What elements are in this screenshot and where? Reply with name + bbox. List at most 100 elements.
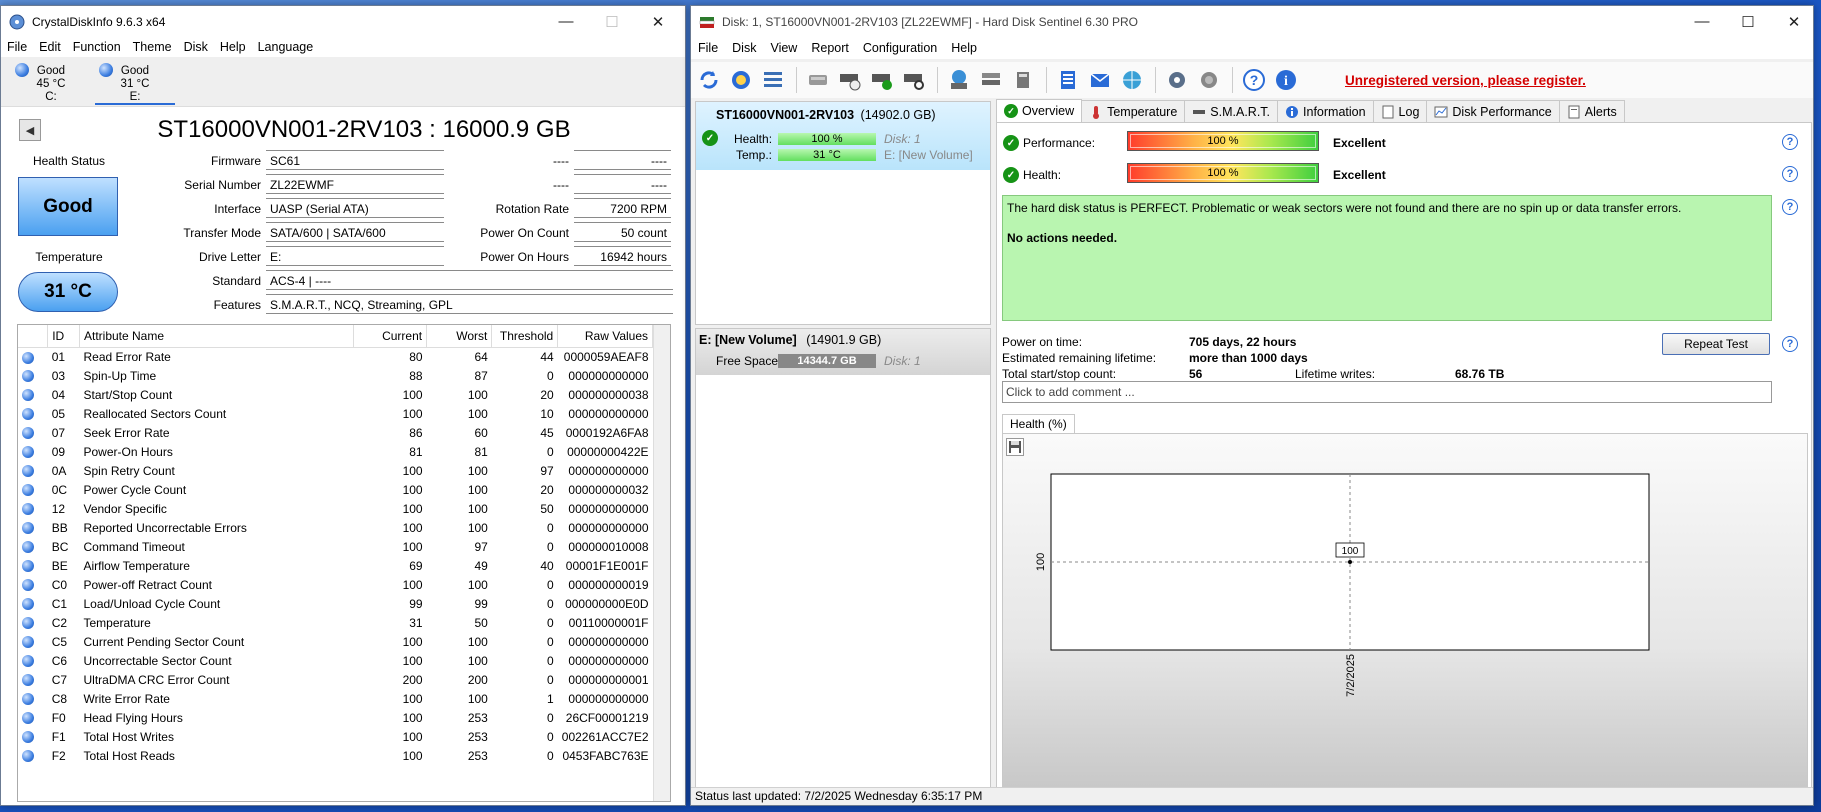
menu-help[interactable]: Help bbox=[944, 41, 984, 55]
unregistered-link[interactable]: Unregistered version, please register. bbox=[1345, 73, 1586, 88]
tab-overview[interactable]: ✓ Overview bbox=[996, 99, 1083, 122]
menu-view[interactable]: View bbox=[763, 41, 804, 55]
temperature-button[interactable]: 31 °C bbox=[18, 272, 118, 312]
network-disk-icon[interactable] bbox=[944, 65, 974, 95]
table-row[interactable]: 09 Power-On Hours 81 81 0 00000000422E bbox=[18, 442, 653, 461]
refresh-all-icon[interactable] bbox=[726, 65, 756, 95]
table-row[interactable]: C1 Load/Unload Cycle Count 99 99 0 000000000E… bbox=[18, 594, 653, 613]
drive-tab-c[interactable]: Good 45 °C C: bbox=[11, 59, 91, 105]
volume-card[interactable]: E: [New Volume] (14901.9 GB) Free Space … bbox=[695, 328, 991, 791]
column-current[interactable]: Current bbox=[353, 325, 428, 348]
comment-field[interactable]: Click to add comment ... bbox=[1002, 381, 1772, 403]
table-row[interactable]: F0 Head Flying Hours 100 253 0 26CF00001219 bbox=[18, 708, 653, 727]
menu-file[interactable]: File bbox=[1, 40, 33, 54]
menu-disk[interactable]: Disk bbox=[178, 40, 214, 54]
column-id[interactable]: ID bbox=[47, 325, 80, 348]
column-raw-values[interactable]: Raw Values bbox=[557, 325, 653, 348]
disk-export-icon[interactable] bbox=[1008, 65, 1038, 95]
table-row[interactable]: 07 Seek Error Rate 86 60 45 0000192A6FA8 bbox=[18, 423, 653, 442]
tab-temperature[interactable]: Temperature bbox=[1081, 100, 1186, 122]
table-row[interactable]: C0 Power-off Retract Count 100 100 0 00000000… bbox=[18, 575, 653, 594]
table-row[interactable]: C7 UltraDMA CRC Error Count 200 200 0 0000000… bbox=[18, 670, 653, 689]
table-row[interactable]: C6 Uncorrectable Sector Count 100 100 0 00000… bbox=[18, 651, 653, 670]
column-status[interactable] bbox=[18, 325, 49, 348]
attr-raw: 000000000019 bbox=[568, 577, 649, 592]
tab-alerts[interactable]: Alerts bbox=[1558, 100, 1625, 122]
table-row[interactable]: 01 Read Error Rate 80 64 44 0000059AEAF8 bbox=[18, 347, 653, 366]
column-worst[interactable]: Worst bbox=[426, 325, 493, 348]
minimize-icon[interactable]: — bbox=[543, 6, 589, 37]
y-tick-label: 100 bbox=[1035, 553, 1047, 571]
tab-smart[interactable]: S.M.A.R.T. bbox=[1184, 100, 1279, 122]
table-row[interactable]: F1 Total Host Writes 100 253 0 002261ACC7E2 bbox=[18, 727, 653, 746]
vertical-scrollbar[interactable] bbox=[653, 325, 670, 801]
menu-theme[interactable]: Theme bbox=[127, 40, 178, 54]
info-icon[interactable]: i bbox=[1271, 65, 1301, 95]
minimize-icon[interactable]: — bbox=[1679, 6, 1725, 37]
disk-stack-icon[interactable] bbox=[976, 65, 1006, 95]
column-threshold[interactable]: Threshold bbox=[491, 325, 559, 348]
refresh-icon[interactable] bbox=[694, 65, 724, 95]
web-report-icon[interactable] bbox=[1117, 65, 1147, 95]
menu-function[interactable]: Function bbox=[67, 40, 127, 54]
table-row[interactable]: 0A Spin Retry Count 100 100 97 000000000000 bbox=[18, 461, 653, 480]
health-chart-tab[interactable]: Health (%) bbox=[1002, 414, 1075, 434]
attr-worst: 100 bbox=[467, 463, 488, 478]
health-status-button[interactable]: Good bbox=[18, 177, 118, 236]
help-icon[interactable]: ? bbox=[1782, 166, 1798, 182]
repeat-test-button[interactable]: Repeat Test bbox=[1662, 333, 1770, 355]
help-icon[interactable]: ? bbox=[1782, 336, 1798, 352]
tab-information[interactable]: Information bbox=[1277, 100, 1374, 122]
close-icon[interactable]: ✕ bbox=[635, 6, 681, 37]
menu-edit[interactable]: Edit bbox=[33, 40, 67, 54]
menu-file[interactable]: File bbox=[691, 41, 725, 55]
table-row[interactable]: 12 Vendor Specific 100 100 50 000000000000 bbox=[18, 499, 653, 518]
report-icon[interactable] bbox=[1053, 65, 1083, 95]
disk-schedule-icon[interactable] bbox=[835, 65, 865, 95]
table-row[interactable]: BC Command Timeout 100 97 0 000000010008 bbox=[18, 537, 653, 556]
table-row[interactable]: C5 Current Pending Sector Count 100 100 0 000… bbox=[18, 632, 653, 651]
attr-threshold: 97 bbox=[540, 463, 554, 478]
details-tabs: ✓ Overview Temperature S.M.A.R.T. Informa… bbox=[996, 99, 1812, 122]
table-row[interactable]: C8 Write Error Rate 100 100 1 000000000000 bbox=[18, 689, 653, 708]
table-row[interactable]: 04 Start/Stop Count 100 100 20 000000000038 bbox=[18, 385, 653, 404]
disk-check-icon[interactable] bbox=[867, 65, 897, 95]
help-icon[interactable]: ? bbox=[1239, 65, 1269, 95]
disk-temp-label: Temp.: bbox=[736, 148, 773, 162]
status-dot-cell bbox=[18, 594, 48, 613]
help-icon[interactable]: ? bbox=[1782, 134, 1798, 150]
attr-id: F1 bbox=[51, 729, 66, 744]
email-icon[interactable] bbox=[1085, 65, 1115, 95]
tab-log[interactable]: Log bbox=[1372, 100, 1428, 122]
table-row[interactable]: F2 Total Host Reads 100 253 0 0453FABC763E bbox=[18, 746, 653, 765]
help-icon[interactable]: ? bbox=[1782, 199, 1798, 215]
info-icon bbox=[1285, 105, 1299, 119]
menu-report[interactable]: Report bbox=[804, 41, 856, 55]
table-row[interactable]: 03 Spin-Up Time 88 87 0 000000000000 bbox=[18, 366, 653, 385]
table-row[interactable]: 05 Reallocated Sectors Count 100 100 10 00000… bbox=[18, 404, 653, 423]
attr-current: 86 bbox=[409, 425, 423, 440]
table-row[interactable]: C2 Temperature 31 50 0 00110000001F bbox=[18, 613, 653, 632]
disk-info-icon[interactable] bbox=[803, 65, 833, 95]
hds-titlebar[interactable]: Disk: 1, ST16000VN001-2RV103 [ZL22EWMF] … bbox=[691, 6, 1813, 37]
menu-language[interactable]: Language bbox=[252, 40, 320, 54]
table-row[interactable]: BB Reported Uncorrectable Errors 100 100 0 00… bbox=[18, 518, 653, 537]
menu-help[interactable]: Help bbox=[214, 40, 252, 54]
gear-icon[interactable] bbox=[1162, 65, 1192, 95]
maximize-icon[interactable]: ☐ bbox=[1725, 6, 1771, 37]
tab-disk-performance[interactable]: Disk Performance bbox=[1426, 100, 1560, 122]
table-row[interactable]: BE Airflow Temperature 69 49 40 00001F1E001F bbox=[18, 556, 653, 575]
table-row[interactable]: 0C Power Cycle Count 100 100 20 000000000032 bbox=[18, 480, 653, 499]
svg-text:i: i bbox=[1284, 74, 1288, 89]
attr-name: Temperature bbox=[83, 615, 151, 630]
close-icon[interactable]: ✕ bbox=[1771, 6, 1813, 37]
drive-tab-e[interactable]: Good 31 °C E: bbox=[95, 59, 175, 105]
list-icon[interactable] bbox=[758, 65, 788, 95]
menu-configuration[interactable]: Configuration bbox=[856, 41, 944, 55]
column-attribute-name[interactable]: Attribute Name bbox=[79, 325, 354, 348]
disk-card[interactable]: ST16000VN001-2RV103 (14902.0 GB) ✓ Healt… bbox=[695, 101, 991, 325]
menu-disk[interactable]: Disk bbox=[725, 41, 763, 55]
disk-search-icon[interactable] bbox=[899, 65, 929, 95]
sound-icon[interactable] bbox=[1194, 65, 1224, 95]
smart-attribute-table[interactable]: ID Attribute Name Current Worst Threshol… bbox=[17, 324, 671, 802]
